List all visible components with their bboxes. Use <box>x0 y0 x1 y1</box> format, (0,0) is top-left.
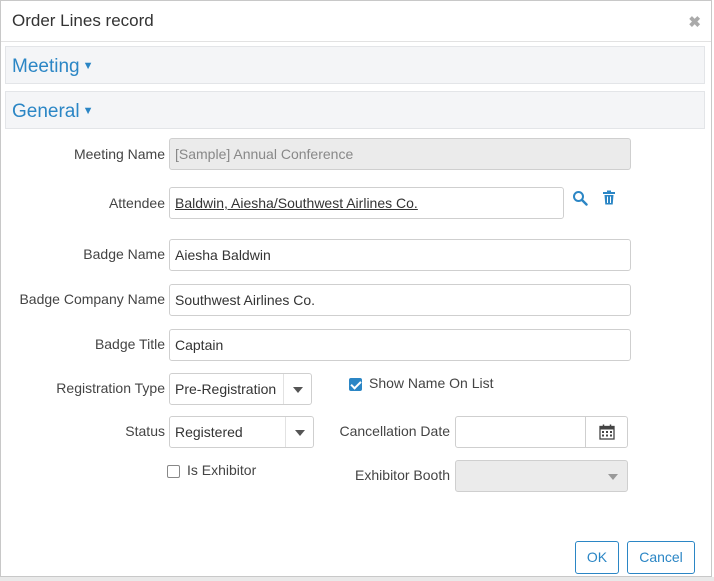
ok-button[interactable]: OK <box>575 541 619 574</box>
search-icon[interactable] <box>572 190 588 211</box>
section-general[interactable]: General ▼ <box>5 91 705 129</box>
badge-company-name-input[interactable]: Southwest Airlines Co. <box>169 284 631 316</box>
exhibitor-booth-label: Exhibitor Booth <box>355 467 450 483</box>
chevron-down-icon <box>285 417 313 447</box>
caret-down-icon: ▼ <box>82 60 94 72</box>
section-general-label: General <box>12 101 80 122</box>
cancellation-date-label: Cancellation Date <box>339 423 450 439</box>
show-name-on-list-label: Show Name On List <box>369 375 494 391</box>
badge-name-label: Badge Name <box>83 246 165 262</box>
status-label: Status <box>125 423 165 439</box>
background-strip <box>0 577 714 581</box>
section-meeting[interactable]: Meeting ▼ <box>5 46 705 84</box>
is-exhibitor-label: Is Exhibitor <box>187 462 257 478</box>
cancellation-date-input[interactable] <box>455 416 628 448</box>
status-select[interactable]: Registered <box>169 416 314 448</box>
calendar-icon[interactable] <box>585 417 627 447</box>
badge-title-label: Badge Title <box>94 336 165 352</box>
registration-type-value: Pre-Registration <box>175 381 277 397</box>
status-value: Registered <box>175 424 243 440</box>
badge-title-input[interactable]: Captain <box>169 329 631 361</box>
show-name-on-list-checkbox[interactable] <box>349 378 362 391</box>
chevron-down-icon <box>283 374 311 404</box>
section-general-toggle[interactable]: General ▼ <box>12 101 94 123</box>
is-exhibitor-checkbox[interactable] <box>167 465 180 478</box>
attendee-link[interactable]: Baldwin, Aiesha/Southwest Airlines Co. <box>169 187 564 219</box>
chevron-down-icon <box>599 461 627 491</box>
section-meeting-label: Meeting <box>12 56 80 77</box>
badge-company-name-label: Badge Company Name <box>19 291 165 307</box>
badge-name-input[interactable]: Aiesha Baldwin <box>169 239 631 271</box>
trash-icon[interactable] <box>602 190 616 210</box>
dialog-title: Order Lines record <box>12 11 154 30</box>
section-meeting-toggle[interactable]: Meeting ▼ <box>12 56 94 78</box>
order-lines-dialog: Order Lines record ✖ Meeting ▼ General ▼ M… <box>0 0 712 577</box>
registration-type-label: Registration Type <box>56 380 165 396</box>
registration-type-select[interactable]: Pre-Registration <box>169 373 312 405</box>
caret-down-icon: ▼ <box>82 105 94 117</box>
attendee-label: Attendee <box>108 195 165 211</box>
close-icon[interactable]: ✖ <box>688 13 701 31</box>
meeting-name-label: Meeting Name <box>73 146 165 162</box>
meeting-name-field: [Sample] Annual Conference <box>169 138 631 170</box>
cancel-button[interactable]: Cancel <box>627 541 695 574</box>
exhibitor-booth-select <box>455 460 628 492</box>
dialog-titlebar: Order Lines record ✖ <box>1 1 711 42</box>
